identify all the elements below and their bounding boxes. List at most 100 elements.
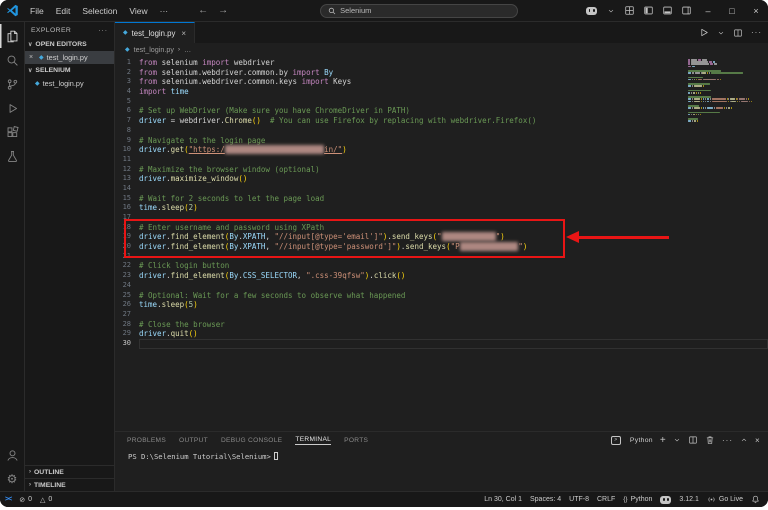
status-label: Go Live (718, 496, 743, 503)
status-crlf[interactable]: CRLF (597, 496, 615, 503)
split-icon[interactable] (733, 28, 743, 38)
minimize-button[interactable]: – (696, 0, 720, 22)
activity-extensions-icon[interactable] (0, 120, 25, 144)
chevron-up-icon[interactable] (740, 436, 748, 444)
open-editors-section[interactable]: ∨ OPEN EDITORS (25, 38, 114, 51)
code-editor[interactable]: 1 from selenium import webdriver 2 from sel… (115, 56, 768, 431)
status-remote[interactable]: >< (5, 496, 12, 503)
sidebar-title: EXPLORER (31, 26, 72, 34)
code-line-24: 24 (115, 281, 768, 291)
folder-section-selenium[interactable]: ∨ SELENIUM (25, 64, 114, 77)
chevron-down-icon[interactable] (607, 7, 615, 15)
code-line-1: 1 from selenium import webdriver (115, 58, 768, 68)
panel-tab-output[interactable]: OUTPUT (179, 437, 208, 444)
activity-source-control-icon[interactable] (0, 72, 25, 96)
chevron-down-icon: ∨ (28, 42, 33, 48)
status-go-live[interactable]: Go Live (707, 495, 743, 504)
line-text (139, 97, 768, 107)
status-3-12-1[interactable]: 3.12.1 (679, 496, 698, 503)
menu-file[interactable]: File (24, 6, 50, 16)
code-line-5: 5 (115, 97, 768, 107)
status-python[interactable]: {} Python (623, 496, 652, 503)
chevron-down-button[interactable] (601, 1, 620, 21)
close-button[interactable]: × (744, 0, 768, 22)
line-number: 29 (122, 329, 131, 338)
status-0[interactable]: ⊘ 0 (19, 496, 32, 504)
editor-actions: ··· (698, 22, 762, 43)
menu-selection[interactable]: Selection (76, 6, 123, 16)
command-search-box[interactable]: Selenium (320, 3, 519, 18)
panel-tab-problems[interactable]: PROBLEMS (127, 437, 166, 444)
status-0[interactable]: △ 0 (40, 496, 52, 504)
activity-bar-bottom: ⚙ (0, 443, 25, 491)
activity-account-icon[interactable] (0, 443, 25, 467)
file-item-test-login[interactable]: ◆ test_login.py (25, 77, 114, 90)
chevron-down-icon[interactable] (673, 436, 681, 444)
panel-tab-terminal[interactable]: TERMINAL (295, 436, 331, 444)
bell-icon (751, 495, 760, 504)
code-line-16: 16 time.sleep(2) (115, 203, 768, 213)
terminal-shell-label[interactable]: Python (630, 437, 653, 444)
broadcast-icon (707, 495, 716, 504)
nav-forward-icon[interactable]: → (218, 5, 228, 16)
copilot-icon[interactable] (586, 6, 597, 15)
layout-panel-icon[interactable] (662, 5, 673, 16)
layout-sidebar-left-icon[interactable] (643, 5, 654, 16)
activity-run-debug-icon[interactable] (0, 96, 25, 120)
activity-search-icon[interactable] (0, 48, 25, 72)
status-copilot[interactable] (660, 495, 672, 504)
ellipsis-icon[interactable]: ··· (751, 28, 762, 37)
tab-close-icon[interactable]: × (181, 29, 186, 38)
split-icon[interactable] (688, 435, 698, 445)
sidebar-more-icon[interactable]: ··· (98, 27, 108, 34)
panel-tab-debug-console[interactable]: DEBUG CONSOLE (221, 437, 282, 444)
timeline-section[interactable]: › TIMELINE (25, 478, 114, 491)
minimap[interactable] (688, 59, 752, 125)
line-number: 15 (122, 193, 131, 202)
chevron-down-icon[interactable] (717, 29, 725, 37)
panel-tab-ports[interactable]: PORTS (344, 437, 368, 444)
breadcrumb[interactable]: ◆ test_login.py › … (115, 43, 768, 56)
trash-icon[interactable] (705, 435, 715, 445)
status-spaces-4[interactable]: Spaces: 4 (530, 496, 561, 503)
menu-view[interactable]: View (123, 6, 153, 16)
copilot-button[interactable] (582, 1, 601, 21)
open-editor-item-test-login[interactable]: × ◆ test_login.py (25, 51, 114, 64)
layout-grid-button[interactable] (620, 1, 639, 21)
status-ln-30-col-1[interactable]: Ln 30, Col 1 (484, 496, 522, 503)
status-bell[interactable] (751, 495, 760, 504)
line-text (139, 339, 768, 349)
layout-panel-button[interactable] (658, 1, 677, 21)
close-editor-icon[interactable]: × (29, 54, 36, 61)
line-text: # Click login button (139, 261, 230, 271)
line-text (139, 281, 768, 291)
line-number: 27 (122, 309, 131, 318)
activity-settings-icon[interactable]: ⚙ (0, 467, 25, 491)
layout-sidebar-right-icon[interactable] (681, 5, 692, 16)
activity-explorer-icon[interactable] (0, 24, 25, 48)
tab-test-login[interactable]: ◆ test_login.py × (115, 22, 196, 43)
layout-grid-icon[interactable] (624, 5, 635, 16)
code-line-29: 29 driver.quit() (115, 329, 768, 339)
run-icon[interactable] (698, 27, 709, 38)
nav-back-icon[interactable]: ← (198, 5, 208, 16)
status-utf-8[interactable]: UTF-8 (569, 496, 589, 503)
line-text: # Maximize the browser window (optional) (139, 164, 320, 174)
ellipsis-icon[interactable]: ··· (722, 436, 733, 445)
line-text: driver = webdriver.Chrome() # You can us… (139, 116, 537, 126)
layout-sidebar-right-button[interactable] (677, 1, 696, 21)
code-line-7: 7 driver = webdriver.Chrome() # You can u… (115, 116, 768, 126)
line-text: driver.maximize_window() (139, 174, 248, 184)
close-icon[interactable]: × (755, 436, 760, 445)
terminal-profile-icon[interactable]: > (610, 435, 621, 445)
layout-sidebar-left-button[interactable] (639, 1, 658, 21)
history-nav: ← → (198, 5, 228, 16)
line-text: from selenium import webdriver (139, 58, 275, 67)
outline-section[interactable]: › OUTLINE (25, 465, 114, 478)
menu-edit[interactable]: Edit (50, 6, 77, 16)
maximize-button[interactable]: □ (720, 0, 744, 22)
menu-more[interactable]: ··· (154, 6, 175, 16)
terminal[interactable]: PS D:\Selenium Tutorial\Selenium> (115, 448, 768, 491)
activity-testing-icon[interactable] (0, 144, 25, 168)
plus-icon[interactable]: + (660, 435, 666, 446)
